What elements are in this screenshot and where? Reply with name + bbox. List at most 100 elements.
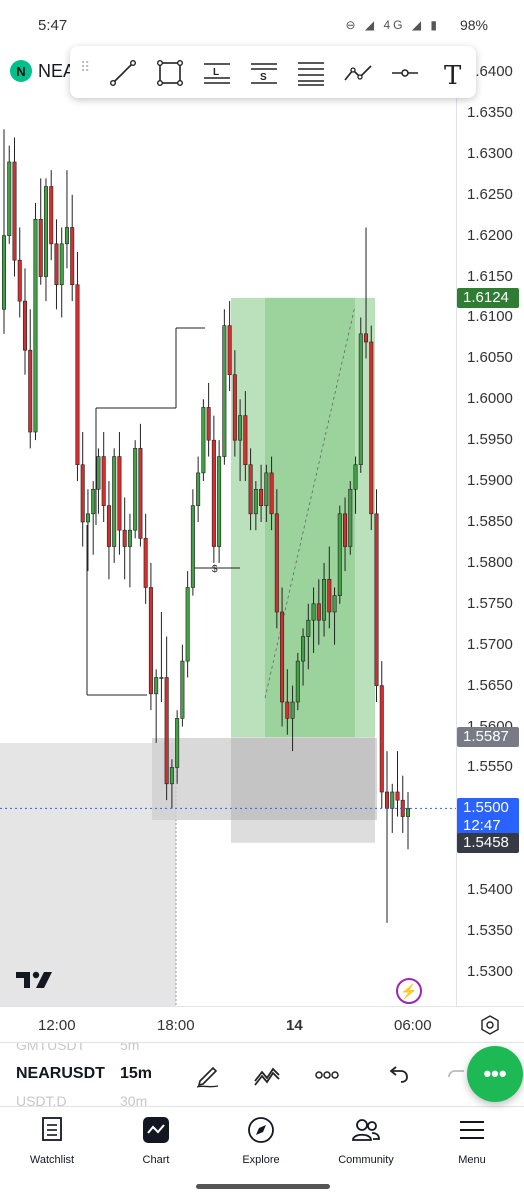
chart-area[interactable]: $ [0,98,456,1006]
symbol-selector[interactable]: NEARUSDT [16,1065,105,1083]
near-logo-icon: N [10,60,32,82]
tradingview-logo-icon[interactable] [14,968,54,992]
quick-actions-fab[interactable]: ••• [467,1046,523,1102]
candle-body [332,595,337,613]
drawing-pen-icon[interactable] [194,1061,222,1089]
price-tick: 1.5650 [467,676,513,694]
rectangle-tool[interactable] [155,58,185,88]
long-position-tool[interactable]: L [202,58,232,88]
horizontal-lines-tool[interactable] [296,58,326,88]
nav-community-label: Community [338,1154,394,1166]
candle-body [96,456,101,490]
signal-icons: ⊖ ◢ 4G ◢ ▮ [345,18,440,32]
text-tool-letter: T [444,61,462,88]
rectangle-icon [157,60,184,87]
candle-body [133,448,138,531]
price-tick: 1.5950 [467,431,513,449]
candle-body [180,660,185,719]
more-options-icon[interactable] [313,1061,341,1089]
current-price-value: 1.5500 [463,799,509,817]
price-tick: 1.6050 [467,349,513,367]
candlestick-chart[interactable]: $ [0,98,456,1006]
ghost-interval-above: 5m [120,1042,140,1053]
long-letter: L [213,67,219,78]
candle-body [148,587,153,695]
candle-body [43,186,48,277]
candle-body [322,578,327,621]
nav-explore[interactable]: Explore [221,1115,301,1166]
price-axis[interactable]: 1.6400 1.6350 1.6300 1.6250 1.6200 1.6150 1.61… [456,52,524,1006]
candle-body [122,529,127,547]
price-tick: 1.5850 [467,513,513,530]
home-indicator[interactable] [196,1184,330,1189]
short-position-icon: S [251,63,277,84]
candle-body [7,161,12,236]
candle-body [222,325,227,457]
trend-line-icon [110,60,137,87]
candle-body [85,513,90,523]
candle-body [49,186,54,245]
candle-body [395,791,400,801]
candle-body [274,513,279,613]
candle-body [348,488,353,547]
price-tick: 1.6200 [467,226,513,244]
candle-body [295,660,300,703]
long-position-icon: L [204,63,230,84]
candle-body [253,488,258,515]
candle-body [169,767,174,785]
candle-body [117,456,122,531]
price-tick: 1.5900 [467,472,513,490]
hamburger-menu-icon [460,1121,484,1139]
candle-body [301,636,306,662]
stop-price-label: 1.5458 [457,832,519,853]
short-position-tool[interactable]: S [249,58,279,88]
time-axis[interactable]: 12:00 18:00 14 06:00 [0,1006,524,1042]
candle-body [138,448,143,539]
candle-body [17,259,22,302]
horizontal-ray-tool[interactable] [390,58,420,88]
candle-body [358,333,363,466]
horizontal-lines-icon [298,62,324,86]
undo-icon[interactable] [384,1061,412,1089]
candle-body [316,603,321,621]
candle-body [285,701,290,719]
candle-body [54,243,59,286]
candle-body [33,218,38,433]
candle-body [390,791,395,809]
chart-nav-icon [143,1117,169,1143]
candle-body [405,808,411,817]
candle-body [64,227,69,245]
candle-body [232,374,237,441]
path-tool[interactable] [343,58,373,88]
candle-body [364,333,369,343]
candle-body [154,677,159,695]
path-icon [344,65,372,81]
watchlist-icon [42,1117,62,1141]
candle-body [159,677,164,679]
symbol-chip[interactable]: N NEA [10,58,75,84]
price-tick: 1.5750 [467,594,513,612]
nav-watchlist[interactable]: Watchlist [12,1115,92,1166]
lightning-icon[interactable]: ⚡ [396,978,422,1004]
nav-community[interactable]: Community [326,1115,406,1166]
trend-line-tool[interactable] [108,58,138,88]
interval-selector[interactable]: 15m [120,1065,152,1083]
drag-handle-icon[interactable]: ⠿ [80,60,92,81]
chart-settings-icon[interactable] [480,1015,500,1035]
candle-body [22,300,27,351]
candle-body [1,235,7,310]
price-tick: 1.5550 [467,758,513,776]
nav-menu[interactable]: Menu [432,1115,512,1166]
text-tool[interactable]: T [437,58,467,91]
candle-body [343,513,348,547]
time-tick: 06:00 [394,1017,432,1034]
ghost-symbol-below: USDT.D [16,1093,67,1106]
candle-body [164,677,169,785]
indicators-icon[interactable] [253,1061,281,1089]
ghost-interval-below: 30m [120,1093,148,1106]
entry-price-label: 1.5587 [457,727,519,748]
nav-menu-label: Menu [458,1154,486,1166]
battery-level: 98% [459,17,488,33]
candle-body [306,619,311,637]
nav-chart[interactable]: Chart [116,1115,196,1166]
